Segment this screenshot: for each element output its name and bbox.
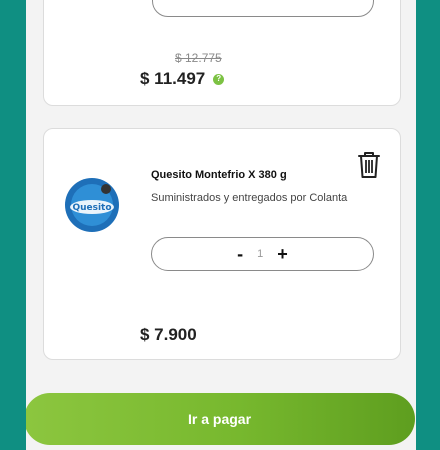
checkout-button[interactable]: Ir a pagar bbox=[26, 393, 415, 445]
quantity-value: 1 bbox=[257, 248, 264, 260]
old-price: $ 12.775 bbox=[175, 51, 222, 65]
quantity-stepper-previous[interactable] bbox=[152, 0, 374, 17]
product-image: Quesito bbox=[64, 177, 120, 233]
increment-button[interactable]: + bbox=[277, 244, 288, 265]
trash-icon[interactable] bbox=[355, 149, 383, 181]
decrement-button[interactable]: - bbox=[237, 244, 243, 265]
cart-item-card-previous: $ 12.775 $ 11.497 ? bbox=[43, 0, 401, 106]
info-icon[interactable]: ? bbox=[213, 73, 225, 85]
item-price: $ 7.900 bbox=[140, 325, 197, 344]
quantity-stepper[interactable]: - 1 + bbox=[151, 237, 374, 271]
supplier-text: Suministrados y entregados por Colanta bbox=[151, 192, 348, 204]
price-value: $ 11.497 bbox=[140, 69, 206, 88]
item-price-previous: $ 11.497 ? bbox=[140, 69, 225, 89]
cart-panel: $ 12.775 $ 11.497 ? Quesito Quesito Mont… bbox=[26, 0, 416, 450]
product-image-text: Quesito bbox=[72, 203, 111, 213]
product-title: Quesito Montefrio X 380 g bbox=[151, 169, 287, 181]
cart-item-card: Quesito Quesito Montefrio X 380 g Sumini… bbox=[43, 128, 401, 360]
